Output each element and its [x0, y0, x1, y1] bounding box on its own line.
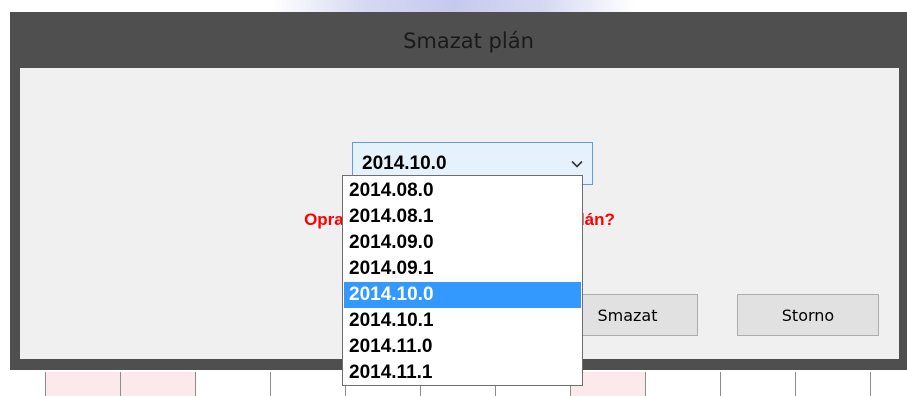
background-watermark: [0, 0, 907, 12]
plan-dropdown-list: 2014.08.0 2014.08.1 2014.09.0 2014.09.1 …: [342, 175, 583, 386]
grid-cell: [270, 372, 345, 396]
grid-cell: [45, 372, 120, 396]
grid-cell: [120, 372, 195, 396]
plan-option[interactable]: 2014.11.0: [344, 334, 581, 360]
plan-select-value: 2014.10.0: [362, 152, 447, 174]
grid-cell: [195, 372, 270, 396]
dialog-title-bar[interactable]: Smazat plán: [10, 12, 907, 68]
grid-cell: [720, 372, 795, 396]
cancel-button[interactable]: Storno: [737, 294, 879, 336]
plan-option[interactable]: 2014.09.0: [344, 230, 581, 256]
grid-cell: [795, 372, 870, 396]
grid-cell: [870, 372, 907, 396]
plan-option[interactable]: 2014.09.1: [344, 256, 581, 282]
plan-option[interactable]: 2014.11.1: [344, 360, 581, 386]
plan-option-selected[interactable]: 2014.10.0: [344, 282, 581, 308]
chevron-down-icon[interactable]: [562, 160, 592, 168]
plan-option[interactable]: 2014.08.0: [344, 178, 581, 204]
plan-option[interactable]: 2014.08.1: [344, 204, 581, 230]
plan-option[interactable]: 2014.10.1: [344, 308, 581, 334]
screen: Smazat plán 2014.10.0 Opravdu chcete sma…: [0, 0, 907, 396]
grid-cell: [0, 372, 45, 396]
dialog-title: Smazat plán: [403, 29, 534, 53]
grid-cell: [645, 372, 720, 396]
